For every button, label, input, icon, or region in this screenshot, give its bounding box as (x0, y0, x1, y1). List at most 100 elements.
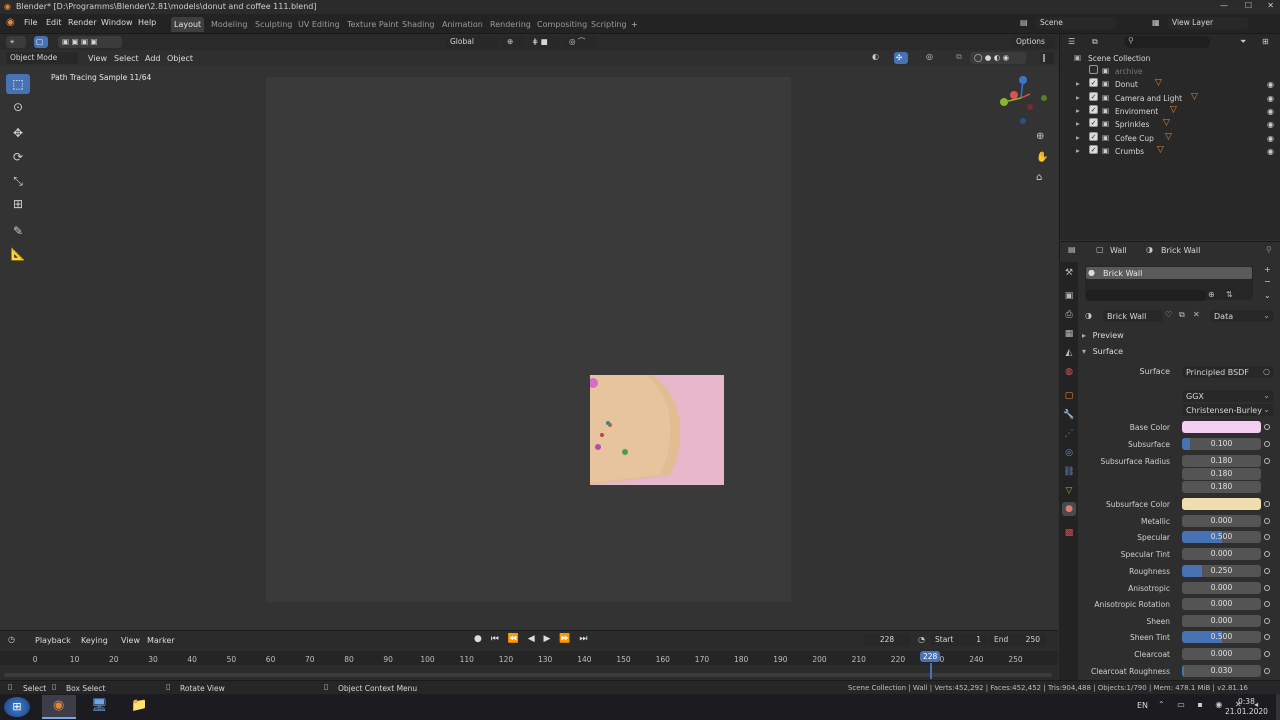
menu-help[interactable]: Help (138, 18, 156, 27)
fake-user-icon[interactable]: ♡ (1165, 310, 1172, 319)
tab-layout[interactable]: Layout (171, 17, 205, 32)
view-layer-selector[interactable]: View Layer (1168, 17, 1248, 29)
link-dropdown[interactable]: Data ⌄ (1210, 310, 1274, 322)
tab-modeling[interactable]: Modeling (208, 17, 250, 32)
menu-file[interactable]: File (24, 18, 37, 27)
keyframe-dot-icon[interactable] (1264, 668, 1270, 674)
pan-hand-icon[interactable]: ✋ (1036, 152, 1048, 163)
browse-material-icon[interactable]: ◑ (1085, 311, 1092, 320)
keyframe-dot-icon[interactable] (1264, 601, 1270, 607)
keyframe-dot-icon[interactable] (1264, 585, 1270, 591)
menu-render[interactable]: Render (68, 18, 96, 27)
navigation-gizmo[interactable] (994, 74, 1048, 130)
exclude-checkbox[interactable]: ✓ (1089, 104, 1098, 114)
select-mode-icon[interactable]: ▢ (34, 36, 48, 48)
outliner-item[interactable]: ▸ ✓ ▣ Sprinkles ◉ (1060, 118, 1280, 131)
outliner-item[interactable]: ▸ ✓ ▣ Donut ◉ (1060, 78, 1280, 91)
show-desktop-button[interactable] (1276, 694, 1280, 720)
gizmo-toggle-icon[interactable]: ✣ (894, 52, 908, 64)
end-frame-field[interactable]: End 250 (990, 634, 1046, 646)
value-slider[interactable]: 0.100 (1182, 438, 1261, 450)
keyframe-dot-icon[interactable] (1264, 534, 1270, 540)
eye-icon[interactable]: ◉ (1267, 94, 1274, 103)
measure-tool-icon[interactable]: 📐 (6, 244, 30, 264)
eye-icon[interactable]: ◉ (1267, 107, 1274, 116)
mesh-data-icon[interactable]: ▽ (1191, 92, 1198, 102)
mesh-data-icon[interactable]: ▽ (1165, 132, 1172, 142)
transform-tool-icon[interactable]: ⊞ (6, 194, 30, 214)
color-swatch[interactable] (1182, 421, 1261, 433)
filter-icon[interactable]: ⏷ (1240, 37, 1246, 47)
value-slider[interactable]: 0.000 (1182, 582, 1261, 594)
scene-selector[interactable]: Scene (1036, 17, 1116, 29)
timeline-scrollbar[interactable] (4, 673, 1052, 677)
viewport-menu-view[interactable]: View (88, 54, 107, 63)
remove-slot-icon[interactable]: − (1264, 277, 1271, 286)
keyframe-dot-icon[interactable] (1264, 651, 1270, 657)
menu-edit[interactable]: Edit (46, 18, 62, 27)
outliner-search-input[interactable]: ⚲ (1124, 36, 1210, 48)
eye-icon[interactable]: ◉ (1267, 80, 1274, 89)
outliner-editor-type-icon[interactable]: ☰ (1068, 37, 1075, 46)
overlays-icon[interactable]: ◎ (926, 52, 933, 61)
tab-animation[interactable]: Animation (439, 17, 486, 32)
xray-icon[interactable]: ⧉ (956, 52, 962, 62)
folder-taskbar-icon[interactable]: 📁 (122, 695, 156, 719)
expand-arrow-icon[interactable]: ▸ (1076, 133, 1080, 142)
timeline-menu-playback[interactable]: Playback (35, 636, 71, 645)
minimize-icon[interactable]: — (1220, 1, 1228, 10)
subsurface-method-dropdown[interactable]: Christensen-Burley ⌄ (1182, 404, 1274, 416)
rotate-tool-icon[interactable]: ⟳ (6, 147, 30, 167)
surface-shader-dropdown[interactable]: Principled BSDF ○ (1182, 366, 1274, 378)
zoom-icon[interactable]: ⊕ (1036, 131, 1044, 142)
expand-arrow-icon[interactable]: ▸ (1076, 146, 1080, 155)
render-tab-icon[interactable]: ▣ (1062, 289, 1076, 303)
viewport-menu-object[interactable]: Object (167, 54, 193, 63)
current-frame-field[interactable]: 228 (864, 634, 910, 646)
value-slider[interactable]: 0.500 (1182, 531, 1261, 543)
tab-texture-paint[interactable]: Texture Paint (344, 17, 402, 32)
transform-orientation-dropdown[interactable]: Global (446, 36, 498, 48)
keyframe-dot-icon[interactable] (1264, 441, 1270, 447)
add-slot-icon[interactable]: + (1264, 265, 1271, 274)
eye-icon[interactable]: ◉ (1267, 120, 1274, 129)
clock-date[interactable]: 21.01.2020 (1225, 707, 1268, 716)
add-workspace-button[interactable]: + (628, 17, 641, 32)
view-layer-tab-icon[interactable]: ▦ (1062, 327, 1076, 341)
slot-filter-input[interactable] (1086, 290, 1206, 301)
distribution-dropdown[interactable]: GGX ⌄ (1182, 390, 1274, 402)
selection-mode-buttons[interactable]: ▣ ▣ ▣ ▣ (58, 36, 122, 48)
eye-icon[interactable]: ◉ (1267, 147, 1274, 156)
duplicate-material-icon[interactable]: ⧉ (1179, 310, 1185, 320)
start-frame-field[interactable]: Start 1 (931, 634, 987, 646)
keyframe-dot-icon[interactable] (1264, 634, 1270, 640)
timeline-menu-view[interactable]: View (121, 636, 140, 645)
value-slider[interactable]: 0.000 (1182, 615, 1261, 627)
value-slider[interactable]: 0.180 (1182, 455, 1261, 467)
value-slider[interactable]: 0.000 (1182, 598, 1261, 610)
timeline-menu-marker[interactable]: Marker (147, 636, 175, 645)
value-slider[interactable]: 0.000 (1182, 648, 1261, 660)
mesh-data-icon[interactable]: ▽ (1163, 118, 1170, 128)
exclude-checkbox[interactable]: ✓ (1089, 78, 1098, 88)
playback-controls-icon[interactable]: ● ⏮ ⏪ ◀ ▶ ⏩ ⏭ (474, 634, 590, 644)
scene-tab-icon[interactable]: ◭ (1062, 346, 1076, 360)
expand-arrow-icon[interactable]: ▸ (1076, 119, 1080, 128)
scale-tool-icon[interactable]: ⤡ (6, 171, 30, 191)
modifier-tab-icon[interactable]: 🔧 (1062, 408, 1076, 422)
proportional-editing-icon[interactable]: ◎ ⌒ (565, 36, 597, 48)
expand-arrow-icon[interactable]: ▸ (1076, 106, 1080, 115)
eye-icon[interactable]: ◉ (1267, 134, 1274, 143)
outliner-item[interactable]: ▣ archive (1060, 65, 1280, 78)
slot-search-icon[interactable]: ⊕ (1208, 290, 1215, 299)
texture-tab-icon[interactable]: ▩ (1062, 526, 1076, 540)
maximize-icon[interactable]: ☐ (1245, 1, 1252, 10)
properties-editor-type-icon[interactable]: ▤ (1068, 245, 1076, 254)
blender-taskbar-icon[interactable]: ◉ (42, 695, 76, 719)
keyframe-dot-icon[interactable] (1264, 618, 1270, 624)
sidebar-toggle-icon[interactable]: ‖ (1040, 52, 1054, 64)
options-dropdown[interactable]: Options (1012, 36, 1054, 48)
material-tab-icon[interactable]: ● (1062, 502, 1076, 516)
preview-range-icon[interactable]: ◔ (918, 635, 925, 644)
output-tab-icon[interactable]: ⎙ (1062, 308, 1076, 322)
